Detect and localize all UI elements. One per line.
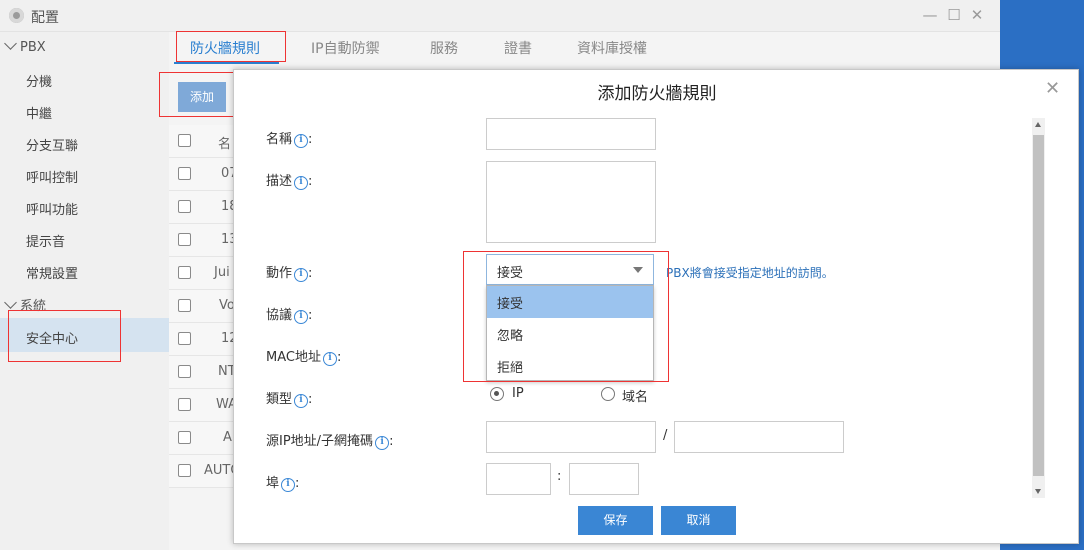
mac-label: MAC地址 i: [266,350,342,366]
description-label: 描述 i: [266,174,313,190]
close-icon[interactable]: ✕ [968,6,986,24]
sidebar-item-call-features[interactable]: 呼叫功能 [26,199,78,218]
sidebar-group-pbx[interactable]: PBX [4,37,46,55]
info-icon[interactable]: i [375,436,390,450]
info-icon[interactable]: i [294,134,309,148]
subnet-mask-input[interactable] [674,421,844,453]
protocol-label: 協議 i: [266,308,313,324]
info-icon[interactable]: i [294,176,309,190]
info-icon[interactable]: i [294,310,309,324]
sidebar-item-general-settings[interactable]: 常規設置 [26,263,78,282]
table-row[interactable]: Vo [169,290,239,323]
add-firewall-rule-dialog: 添加防火牆規則 ✕ 名稱 i: 描述 i: 動作 i: 接受 接受 忽略 拒絕 PBX… [233,69,1079,544]
action-hint: PBX將會接受指定地址的訪問。 [666,266,834,280]
port-end-input[interactable] [569,463,639,495]
sidebar: PBX 分機 中繼 分支互聯 呼叫控制 呼叫功能 提示音 常規設置 系統 安全中… [0,32,169,550]
highlight-box-add [159,72,239,117]
type-domain-label: 域名 [622,390,649,405]
save-button[interactable]: 保存 [578,506,653,535]
table-row[interactable]: A [169,422,239,455]
sidebar-item-call-control[interactable]: 呼叫控制 [26,167,78,186]
window-title: 配置 [31,10,59,26]
type-ip-label: IP [512,386,524,401]
port-separator: : [557,469,562,484]
select-all-checkbox[interactable] [178,134,191,147]
title-bar: 配置 — ☐ ✕ [0,0,1000,32]
table-row[interactable]: 18 [169,191,239,224]
table-row[interactable]: 13 [169,224,239,257]
table-row[interactable]: AUTO [169,455,241,488]
port-label: 埠i: [266,476,300,492]
table-row[interactable]: WA [169,389,239,422]
source-ip-label: 源IP地址/子網掩碼 i: [266,434,394,450]
scroll-down-icon[interactable] [1035,489,1041,494]
close-icon[interactable]: ✕ [1045,78,1060,99]
type-ip-radio[interactable] [490,387,504,401]
chevron-down-icon [4,37,17,50]
source-ip-input[interactable] [486,421,656,453]
table-row[interactable]: 12 [169,323,239,356]
info-icon[interactable]: i [322,352,337,366]
gear-icon [9,8,24,23]
action-label: 動作 i: [266,266,313,282]
tab-certificates[interactable]: 證書 [504,38,532,58]
info-icon[interactable]: i [294,268,309,282]
row-checkbox[interactable] [178,299,191,312]
tab-ip-auto-defense[interactable]: IP自動防禦 [311,38,380,58]
sidebar-item-prompts[interactable]: 提示音 [26,231,65,250]
scroll-up-icon[interactable] [1035,122,1041,127]
row-checkbox[interactable] [178,200,191,213]
row-checkbox[interactable] [178,266,191,279]
chevron-down-icon [4,296,17,309]
highlight-box-tab [176,31,286,62]
maximize-icon[interactable]: ☐ [945,6,963,24]
table-row[interactable]: Jui [169,257,239,290]
cancel-button[interactable]: 取消 [661,506,736,535]
type-label: 類型 i: [266,392,313,408]
sidebar-item-extensions[interactable]: 分機 [26,71,52,90]
info-icon[interactable]: i [281,478,296,492]
description-textarea[interactable] [486,161,656,243]
dialog-title: 添加防火牆規則 [597,84,717,104]
tab-bar: 防火牆規則 IP自動防禦 服務 證書 資料庫授權 [169,32,1000,64]
info-icon[interactable]: i [294,394,309,408]
sidebar-item-interconnect[interactable]: 分支互聯 [26,135,78,154]
row-checkbox[interactable] [178,464,191,477]
name-input[interactable] [486,118,656,150]
table-row[interactable]: NT [169,356,239,389]
row-checkbox[interactable] [178,233,191,246]
sidebar-item-trunks[interactable]: 中繼 [26,103,52,122]
table-row[interactable]: 07 [169,158,239,191]
subnet-separator: / [663,428,668,443]
tab-services[interactable]: 服務 [430,38,458,58]
type-domain-radio[interactable] [601,387,615,401]
name-label: 名稱 i: [266,132,313,148]
table-header: 名 [169,125,239,158]
row-checkbox[interactable] [178,431,191,444]
dialog-scrollbar[interactable] [1032,118,1045,498]
minimize-icon[interactable]: — [921,6,939,24]
scrollbar-thumb[interactable] [1033,135,1044,476]
highlight-box-action [463,251,669,382]
row-checkbox[interactable] [178,398,191,411]
row-checkbox[interactable] [178,167,191,180]
highlight-box-security [8,310,121,362]
port-start-input[interactable] [486,463,551,495]
active-tab-indicator [174,62,279,64]
row-checkbox[interactable] [178,332,191,345]
tab-database-license[interactable]: 資料庫授權 [577,38,647,58]
row-checkbox[interactable] [178,365,191,378]
